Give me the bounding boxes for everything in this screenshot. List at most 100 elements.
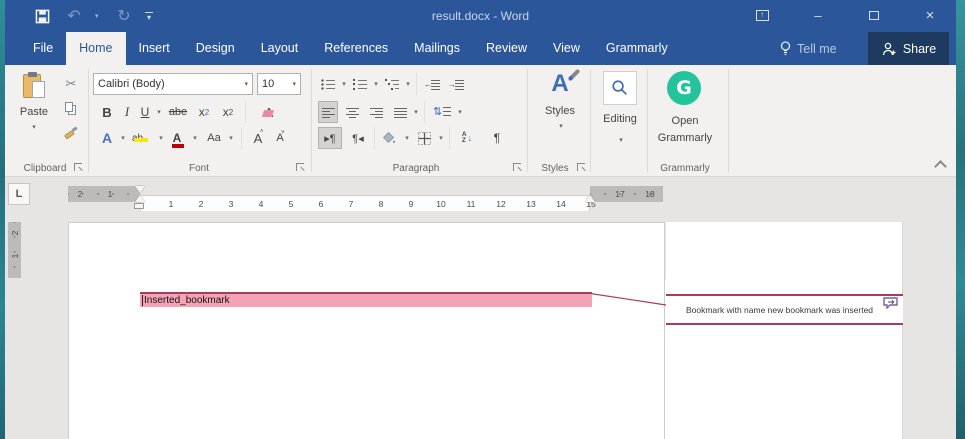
- styles-button[interactable]: A Styles ▾: [533, 71, 587, 145]
- ruler-number: 7: [349, 200, 354, 208]
- document-page[interactable]: [68, 222, 665, 439]
- bullets-button[interactable]: [318, 73, 338, 95]
- first-line-indent-marker[interactable]: [135, 186, 145, 193]
- font-name-value: Calibri (Body): [98, 78, 241, 90]
- increase-indent-button[interactable]: →: [445, 73, 467, 95]
- right-indent-marker[interactable]: [585, 195, 595, 202]
- text-highlight-dropdown[interactable]: ▾: [155, 127, 165, 149]
- change-case-dropdown[interactable]: ▾: [225, 127, 235, 149]
- rtl-direction-button[interactable]: ¶◂: [346, 127, 370, 149]
- format-painter-icon: [64, 126, 78, 139]
- text-effects-dropdown[interactable]: ▾: [117, 127, 127, 149]
- strikethrough-button[interactable]: abe: [165, 101, 191, 123]
- show-hide-pilcrow-button[interactable]: ¶: [487, 127, 507, 149]
- numbering-button[interactable]: [350, 73, 370, 95]
- shading-button[interactable]: [379, 127, 401, 149]
- font-dialog-launcher[interactable]: [296, 163, 304, 171]
- customize-qat-button[interactable]: ▾: [145, 12, 153, 20]
- shading-dropdown[interactable]: ▾: [401, 127, 411, 149]
- close-button[interactable]: ×: [913, 0, 947, 30]
- font-group-label: Font: [93, 163, 305, 174]
- hruler-right-margin: 1718: [590, 186, 663, 202]
- maximize-button[interactable]: [857, 0, 891, 30]
- borders-dropdown[interactable]: ▾: [435, 127, 445, 149]
- clear-formatting-button[interactable]: A: [253, 101, 285, 123]
- font-color-dropdown[interactable]: ▾: [189, 127, 199, 149]
- ribbon-display-options-button[interactable]: ↑: [745, 0, 779, 30]
- font-name-combobox[interactable]: Calibri (Body) ▾: [93, 73, 253, 95]
- multilevel-list-dropdown[interactable]: ▾: [402, 73, 412, 95]
- undo-dropdown-arrow[interactable]: ▾: [95, 12, 103, 20]
- line-spacing-button[interactable]: ⇅: [430, 101, 454, 123]
- superscript-button[interactable]: x2: [217, 101, 239, 123]
- text-effects-button[interactable]: A: [97, 127, 117, 149]
- borders-button[interactable]: [413, 127, 435, 149]
- underline-button[interactable]: U: [137, 101, 153, 123]
- format-painter-button[interactable]: [58, 121, 84, 143]
- tab-review[interactable]: Review: [473, 32, 540, 65]
- styles-icon: A: [551, 71, 568, 97]
- grow-font-button[interactable]: A˄: [248, 127, 268, 149]
- tab-home[interactable]: Home: [66, 32, 125, 65]
- subscript-button[interactable]: x2: [193, 101, 215, 123]
- numbering-dropdown[interactable]: ▾: [370, 73, 380, 95]
- application-window: ↶ ▾ ↻ ▾ result.docx - Word ↑ – × File Ho…: [5, 0, 956, 439]
- styles-dialog-launcher[interactable]: [577, 163, 585, 171]
- text-highlight-button[interactable]: ab: [129, 127, 153, 149]
- bullets-dropdown[interactable]: ▾: [338, 73, 348, 95]
- cut-button[interactable]: ✂: [58, 73, 84, 95]
- ruler-number: 13: [526, 200, 535, 208]
- hanging-indent-marker[interactable]: [135, 195, 145, 202]
- clipboard-dialog-launcher[interactable]: [74, 163, 82, 171]
- line-spacing-dropdown[interactable]: ▾: [454, 101, 464, 123]
- paste-button[interactable]: Paste ▾: [12, 71, 56, 153]
- ruler-number: 1: [108, 190, 113, 198]
- styles-button-label: Styles: [545, 105, 575, 117]
- left-indent-marker[interactable]: [134, 203, 144, 209]
- collapse-ribbon-button[interactable]: [936, 160, 944, 168]
- tell-me-button[interactable]: Tell me: [780, 32, 837, 65]
- minimize-button[interactable]: –: [801, 0, 835, 30]
- sort-button[interactable]: AZ ↓: [455, 127, 479, 149]
- ruler-number: 3: [229, 200, 234, 208]
- font-size-combobox[interactable]: 10 ▾: [257, 73, 301, 95]
- comment-balloon[interactable]: Bookmark with name new bookmark was inse…: [666, 294, 903, 325]
- tab-file[interactable]: File: [20, 32, 66, 65]
- underline-dropdown[interactable]: ▾: [153, 101, 163, 123]
- tab-stop-selector[interactable]: L: [8, 183, 30, 205]
- decrease-indent-button[interactable]: ←: [421, 73, 443, 95]
- justify-dropdown[interactable]: ▾: [410, 101, 420, 123]
- copy-button[interactable]: [58, 97, 84, 119]
- align-right-button[interactable]: [366, 101, 386, 123]
- ribbon-display-icon: ↑: [756, 10, 769, 21]
- bold-button[interactable]: B: [97, 101, 117, 123]
- tab-view[interactable]: View: [540, 32, 593, 65]
- undo-button[interactable]: ↶: [63, 5, 85, 27]
- redo-button[interactable]: ↻: [113, 5, 135, 27]
- tab-mailings[interactable]: Mailings: [401, 32, 473, 65]
- tab-layout[interactable]: Layout: [248, 32, 312, 65]
- italic-button[interactable]: I: [119, 101, 135, 123]
- grammarly-group-label: Grammarly: [649, 163, 721, 174]
- tab-references[interactable]: References: [311, 32, 401, 65]
- save-button[interactable]: [31, 5, 53, 27]
- pilcrow-icon: ¶: [494, 131, 500, 145]
- multilevel-list-button[interactable]: [382, 73, 402, 95]
- share-button[interactable]: Share: [868, 32, 949, 65]
- comment-bubble-icon[interactable]: [883, 297, 899, 309]
- align-left-button[interactable]: [318, 101, 338, 123]
- ltr-direction-button[interactable]: ▸¶: [318, 127, 342, 149]
- align-center-button[interactable]: [342, 101, 362, 123]
- bookmark-text: Inserted_bookmark: [142, 295, 230, 306]
- tab-grammarly[interactable]: Grammarly: [593, 32, 681, 65]
- justify-button[interactable]: [390, 101, 410, 123]
- font-color-button[interactable]: A: [167, 127, 187, 149]
- rtl-icon: ¶◂: [352, 132, 363, 145]
- shrink-font-button[interactable]: A˅: [270, 127, 290, 149]
- ribbon: Paste ▾ ✂ Clipboard Calibri (Body): [5, 65, 956, 177]
- tab-insert[interactable]: Insert: [126, 32, 183, 65]
- tab-design[interactable]: Design: [183, 32, 248, 65]
- paragraph-dialog-launcher[interactable]: [513, 163, 521, 171]
- change-case-button[interactable]: Aa: [203, 127, 225, 149]
- bookmark-highlight[interactable]: Inserted_bookmark: [140, 292, 592, 307]
